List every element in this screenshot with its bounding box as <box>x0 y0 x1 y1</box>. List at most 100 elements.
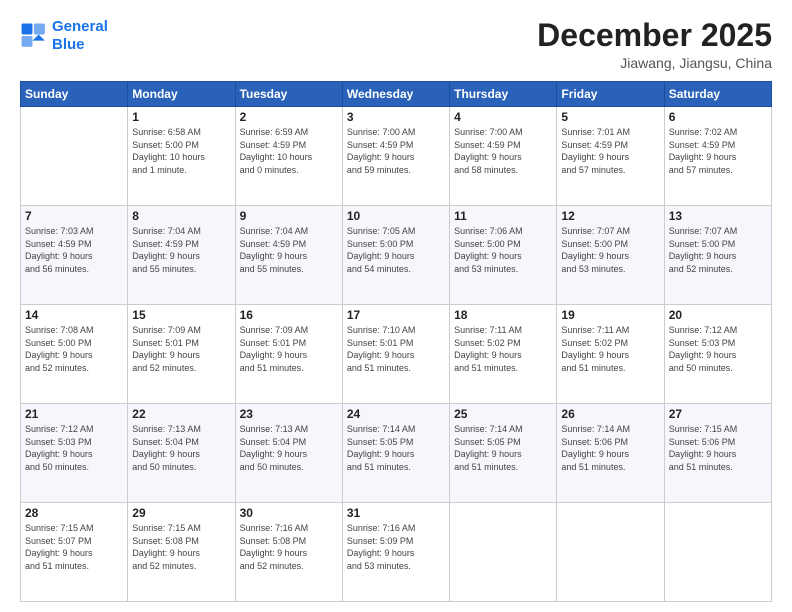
day-number: 30 <box>240 506 338 520</box>
day-info: Sunrise: 7:09 AMSunset: 5:01 PMDaylight:… <box>240 324 338 374</box>
calendar-week-4: 21Sunrise: 7:12 AMSunset: 5:03 PMDayligh… <box>21 404 772 503</box>
day-number: 4 <box>454 110 552 124</box>
day-number: 21 <box>25 407 123 421</box>
calendar-cell: 13Sunrise: 7:07 AMSunset: 5:00 PMDayligh… <box>664 206 771 305</box>
logo: General Blue <box>20 18 108 54</box>
calendar-cell: 30Sunrise: 7:16 AMSunset: 5:08 PMDayligh… <box>235 503 342 602</box>
day-info: Sunrise: 7:14 AMSunset: 5:05 PMDaylight:… <box>454 423 552 473</box>
calendar-cell: 23Sunrise: 7:13 AMSunset: 5:04 PMDayligh… <box>235 404 342 503</box>
calendar-cell: 12Sunrise: 7:07 AMSunset: 5:00 PMDayligh… <box>557 206 664 305</box>
calendar-cell: 21Sunrise: 7:12 AMSunset: 5:03 PMDayligh… <box>21 404 128 503</box>
col-friday: Friday <box>557 82 664 107</box>
day-number: 11 <box>454 209 552 223</box>
day-info: Sunrise: 7:00 AMSunset: 4:59 PMDaylight:… <box>347 126 445 176</box>
calendar-week-5: 28Sunrise: 7:15 AMSunset: 5:07 PMDayligh… <box>21 503 772 602</box>
calendar-header-row: Sunday Monday Tuesday Wednesday Thursday… <box>21 82 772 107</box>
day-number: 10 <box>347 209 445 223</box>
calendar-cell: 4 Sunrise: 7:00 AMSunset: 4:59 PMDaylight… <box>450 107 557 206</box>
day-number: 19 <box>561 308 659 322</box>
day-info: Sunrise: 7:13 AMSunset: 5:04 PMDaylight:… <box>132 423 230 473</box>
calendar-cell: 5 Sunrise: 7:01 AMSunset: 4:59 PMDaylight… <box>557 107 664 206</box>
day-info: Sunrise: 7:11 AMSunset: 5:02 PMDaylight:… <box>454 324 552 374</box>
day-number: 5 <box>561 110 659 124</box>
calendar-table: Sunday Monday Tuesday Wednesday Thursday… <box>20 81 772 602</box>
calendar-cell: 9Sunrise: 7:04 AMSunset: 4:59 PMDaylight… <box>235 206 342 305</box>
calendar-cell: 27 Sunrise: 7:15 AMSunset: 5:06 PMDayligh… <box>664 404 771 503</box>
day-info: Sunrise: 7:16 AMSunset: 5:09 PMDaylight:… <box>347 522 445 572</box>
day-info: Sunrise: 7:03 AMSunset: 4:59 PMDaylight:… <box>25 225 123 275</box>
calendar-cell <box>21 107 128 206</box>
calendar-cell <box>557 503 664 602</box>
day-info: Sunrise: 7:15 AMSunset: 5:07 PMDaylight:… <box>25 522 123 572</box>
day-info: Sunrise: 6:58 AMSunset: 5:00 PMDaylight:… <box>132 126 230 176</box>
calendar-cell: 16 Sunrise: 7:09 AMSunset: 5:01 PMDayligh… <box>235 305 342 404</box>
day-info: Sunrise: 7:15 AMSunset: 5:08 PMDaylight:… <box>132 522 230 572</box>
calendar-cell: 11 Sunrise: 7:06 AMSunset: 5:00 PMDayligh… <box>450 206 557 305</box>
day-number: 2 <box>240 110 338 124</box>
calendar-cell: 10 Sunrise: 7:05 AMSunset: 5:00 PMDayligh… <box>342 206 449 305</box>
day-info: Sunrise: 7:04 AMSunset: 4:59 PMDaylight:… <box>132 225 230 275</box>
day-number: 20 <box>669 308 767 322</box>
day-number: 31 <box>347 506 445 520</box>
day-info: Sunrise: 7:15 AMSunset: 5:06 PMDaylight:… <box>669 423 767 473</box>
day-info: Sunrise: 7:08 AMSunset: 5:00 PMDaylight:… <box>25 324 123 374</box>
day-info: Sunrise: 7:05 AMSunset: 5:00 PMDaylight:… <box>347 225 445 275</box>
col-wednesday: Wednesday <box>342 82 449 107</box>
title-block: December 2025 Jiawang, Jiangsu, China <box>537 18 772 71</box>
day-number: 18 <box>454 308 552 322</box>
calendar-week-2: 7 Sunrise: 7:03 AMSunset: 4:59 PMDaylight… <box>21 206 772 305</box>
day-info: Sunrise: 6:59 AMSunset: 4:59 PMDaylight:… <box>240 126 338 176</box>
logo-icon <box>20 22 48 50</box>
day-number: 7 <box>25 209 123 223</box>
day-info: Sunrise: 7:10 AMSunset: 5:01 PMDaylight:… <box>347 324 445 374</box>
col-monday: Monday <box>128 82 235 107</box>
calendar-cell: 20 Sunrise: 7:12 AMSunset: 5:03 PMDayligh… <box>664 305 771 404</box>
day-number: 24 <box>347 407 445 421</box>
month-title: December 2025 <box>537 18 772 53</box>
calendar-cell: 31 Sunrise: 7:16 AMSunset: 5:09 PMDayligh… <box>342 503 449 602</box>
calendar-cell: 19 Sunrise: 7:11 AMSunset: 5:02 PMDayligh… <box>557 305 664 404</box>
day-number: 27 <box>669 407 767 421</box>
calendar-cell: 28Sunrise: 7:15 AMSunset: 5:07 PMDayligh… <box>21 503 128 602</box>
day-number: 16 <box>240 308 338 322</box>
logo-text: General Blue <box>52 18 108 54</box>
day-number: 1 <box>132 110 230 124</box>
col-saturday: Saturday <box>664 82 771 107</box>
day-number: 6 <box>669 110 767 124</box>
day-number: 17 <box>347 308 445 322</box>
calendar-cell: 14 Sunrise: 7:08 AMSunset: 5:00 PMDayligh… <box>21 305 128 404</box>
day-number: 29 <box>132 506 230 520</box>
calendar-cell: 17 Sunrise: 7:10 AMSunset: 5:01 PMDayligh… <box>342 305 449 404</box>
day-number: 26 <box>561 407 659 421</box>
col-thursday: Thursday <box>450 82 557 107</box>
day-number: 23 <box>240 407 338 421</box>
day-number: 14 <box>25 308 123 322</box>
day-number: 15 <box>132 308 230 322</box>
calendar-cell: 18 Sunrise: 7:11 AMSunset: 5:02 PMDayligh… <box>450 305 557 404</box>
day-info: Sunrise: 7:06 AMSunset: 5:00 PMDaylight:… <box>454 225 552 275</box>
calendar-cell <box>664 503 771 602</box>
location: Jiawang, Jiangsu, China <box>537 55 772 71</box>
day-number: 25 <box>454 407 552 421</box>
day-number: 13 <box>669 209 767 223</box>
day-info: Sunrise: 7:01 AMSunset: 4:59 PMDaylight:… <box>561 126 659 176</box>
day-number: 9 <box>240 209 338 223</box>
day-info: Sunrise: 7:07 AMSunset: 5:00 PMDaylight:… <box>561 225 659 275</box>
calendar-cell <box>450 503 557 602</box>
day-info: Sunrise: 7:14 AMSunset: 5:06 PMDaylight:… <box>561 423 659 473</box>
calendar-week-3: 14 Sunrise: 7:08 AMSunset: 5:00 PMDayligh… <box>21 305 772 404</box>
calendar-cell: 6Sunrise: 7:02 AMSunset: 4:59 PMDaylight… <box>664 107 771 206</box>
col-tuesday: Tuesday <box>235 82 342 107</box>
calendar-cell: 7 Sunrise: 7:03 AMSunset: 4:59 PMDaylight… <box>21 206 128 305</box>
col-sunday: Sunday <box>21 82 128 107</box>
day-info: Sunrise: 7:14 AMSunset: 5:05 PMDaylight:… <box>347 423 445 473</box>
calendar-cell: 2 Sunrise: 6:59 AMSunset: 4:59 PMDaylight… <box>235 107 342 206</box>
day-info: Sunrise: 7:00 AMSunset: 4:59 PMDaylight:… <box>454 126 552 176</box>
day-info: Sunrise: 7:11 AMSunset: 5:02 PMDaylight:… <box>561 324 659 374</box>
calendar-cell: 8Sunrise: 7:04 AMSunset: 4:59 PMDaylight… <box>128 206 235 305</box>
header: General Blue December 2025 Jiawang, Jian… <box>20 18 772 71</box>
day-info: Sunrise: 7:12 AMSunset: 5:03 PMDaylight:… <box>669 324 767 374</box>
calendar-cell: 24 Sunrise: 7:14 AMSunset: 5:05 PMDayligh… <box>342 404 449 503</box>
calendar-cell: 22Sunrise: 7:13 AMSunset: 5:04 PMDayligh… <box>128 404 235 503</box>
calendar-cell: 15Sunrise: 7:09 AMSunset: 5:01 PMDayligh… <box>128 305 235 404</box>
